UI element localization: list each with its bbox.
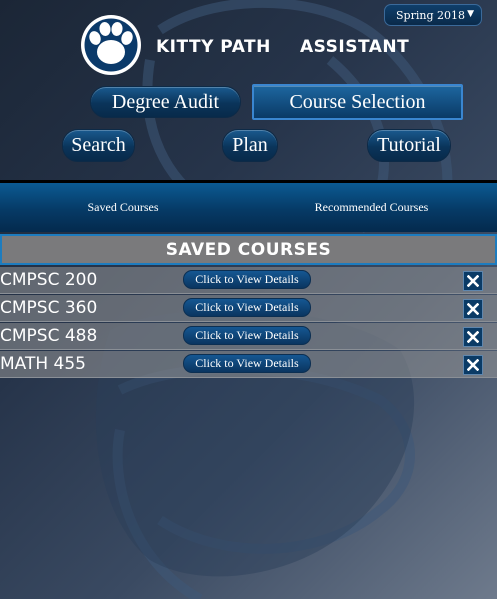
view-details-button[interactable]: Click to View Details [183, 298, 311, 317]
course-name: CMPSC 360 [0, 298, 98, 318]
search-button[interactable]: Search [62, 129, 135, 162]
brand-title-right: ASSISTANT [300, 37, 410, 57]
tab-recommended-courses[interactable]: Recommended Courses [246, 183, 497, 232]
close-icon [467, 275, 479, 287]
plan-button[interactable]: Plan [222, 129, 278, 162]
course-row: MATH 455 Click to View Details [0, 351, 497, 378]
course-selection-button[interactable]: Course Selection [252, 84, 463, 120]
remove-course-button[interactable] [463, 327, 483, 347]
course-tab-bar: Saved Courses Recommended Courses [0, 180, 497, 232]
course-name: MATH 455 [0, 354, 86, 374]
chevron-down-icon: ▼ [467, 9, 474, 19]
close-icon [467, 331, 479, 343]
tab-saved-courses[interactable]: Saved Courses [0, 183, 246, 232]
close-icon [467, 359, 479, 371]
tutorial-button[interactable]: Tutorial [367, 129, 451, 162]
course-row: CMPSC 360 Click to View Details [0, 295, 497, 322]
remove-course-button[interactable] [463, 299, 483, 319]
view-details-button[interactable]: Click to View Details [183, 354, 311, 373]
degree-audit-button[interactable]: Degree Audit [90, 86, 241, 118]
view-details-button[interactable]: Click to View Details [183, 270, 311, 289]
semester-value: Spring 2018 [396, 8, 465, 22]
paw-print-icon [81, 15, 141, 75]
course-row: CMPSC 488 Click to View Details [0, 323, 497, 350]
close-icon [467, 303, 479, 315]
course-name: CMPSC 200 [0, 270, 98, 290]
saved-courses-heading: SAVED COURSES [0, 234, 497, 265]
remove-course-button[interactable] [463, 271, 483, 291]
brand-title-left: KITTY PATH [156, 37, 271, 57]
course-name: CMPSC 488 [0, 326, 98, 346]
course-row: CMPSC 200 Click to View Details [0, 267, 497, 294]
semester-select[interactable]: Spring 2018 ▼ [384, 4, 482, 26]
view-details-button[interactable]: Click to View Details [183, 326, 311, 345]
remove-course-button[interactable] [463, 355, 483, 375]
